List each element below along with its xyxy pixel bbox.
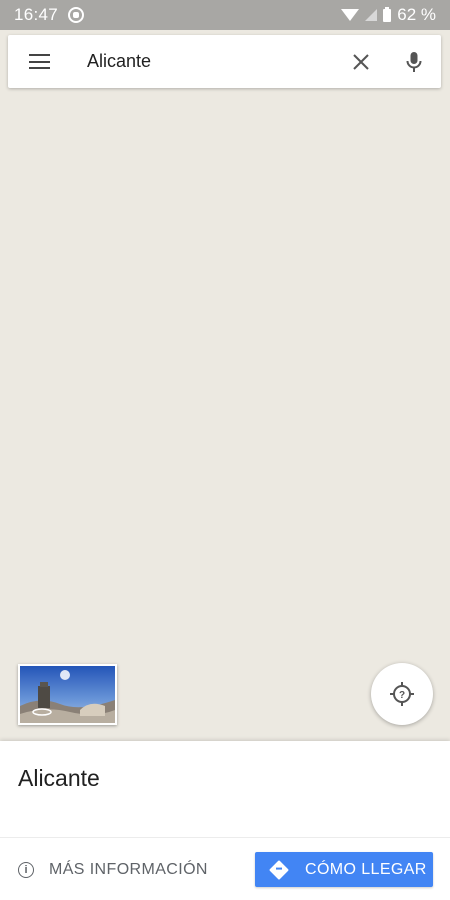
- status-right: 62 %: [341, 5, 436, 25]
- search-box: [8, 35, 441, 88]
- place-title: Alicante: [18, 765, 100, 791]
- directions-label: CÓMO LLEGAR: [305, 860, 427, 878]
- info-icon: i: [18, 862, 34, 878]
- voice-search-button[interactable]: [387, 35, 441, 88]
- directions-icon: [269, 859, 289, 880]
- map-canvas[interactable]: [0, 30, 450, 741]
- street-view-thumbnail[interactable]: [18, 664, 117, 725]
- more-info-button[interactable]: i MÁS INFORMACIÓN: [18, 852, 208, 888]
- directions-button[interactable]: CÓMO LLEGAR: [255, 852, 433, 887]
- clear-search-button[interactable]: [335, 35, 387, 88]
- status-left: 16:47: [14, 5, 85, 25]
- status-bar: 16:47 62 %: [0, 0, 450, 30]
- battery-level: 62 %: [397, 5, 436, 24]
- signal-icon: [365, 9, 378, 21]
- street-view-panorama: [20, 666, 115, 723]
- more-info-label: MÁS INFORMACIÓN: [49, 861, 208, 878]
- menu-button[interactable]: [8, 35, 70, 88]
- hamburger-menu-icon: [28, 54, 50, 69]
- battery-icon: [383, 6, 392, 22]
- svg-text:?: ?: [399, 690, 405, 701]
- close-icon: [353, 53, 369, 70]
- status-time: 16:47: [14, 5, 59, 24]
- wifi-icon: [341, 9, 360, 21]
- microphone-icon: [406, 51, 422, 72]
- place-sheet[interactable]: Alicante i MÁS INFORMACIÓN CÓMO LLEGAR: [0, 741, 450, 900]
- my-location-button[interactable]: ?: [371, 663, 433, 725]
- whatsapp-icon: [68, 7, 85, 23]
- location-unknown-icon: ?: [390, 682, 414, 706]
- search-input[interactable]: [70, 35, 335, 88]
- sheet-divider: [0, 837, 450, 838]
